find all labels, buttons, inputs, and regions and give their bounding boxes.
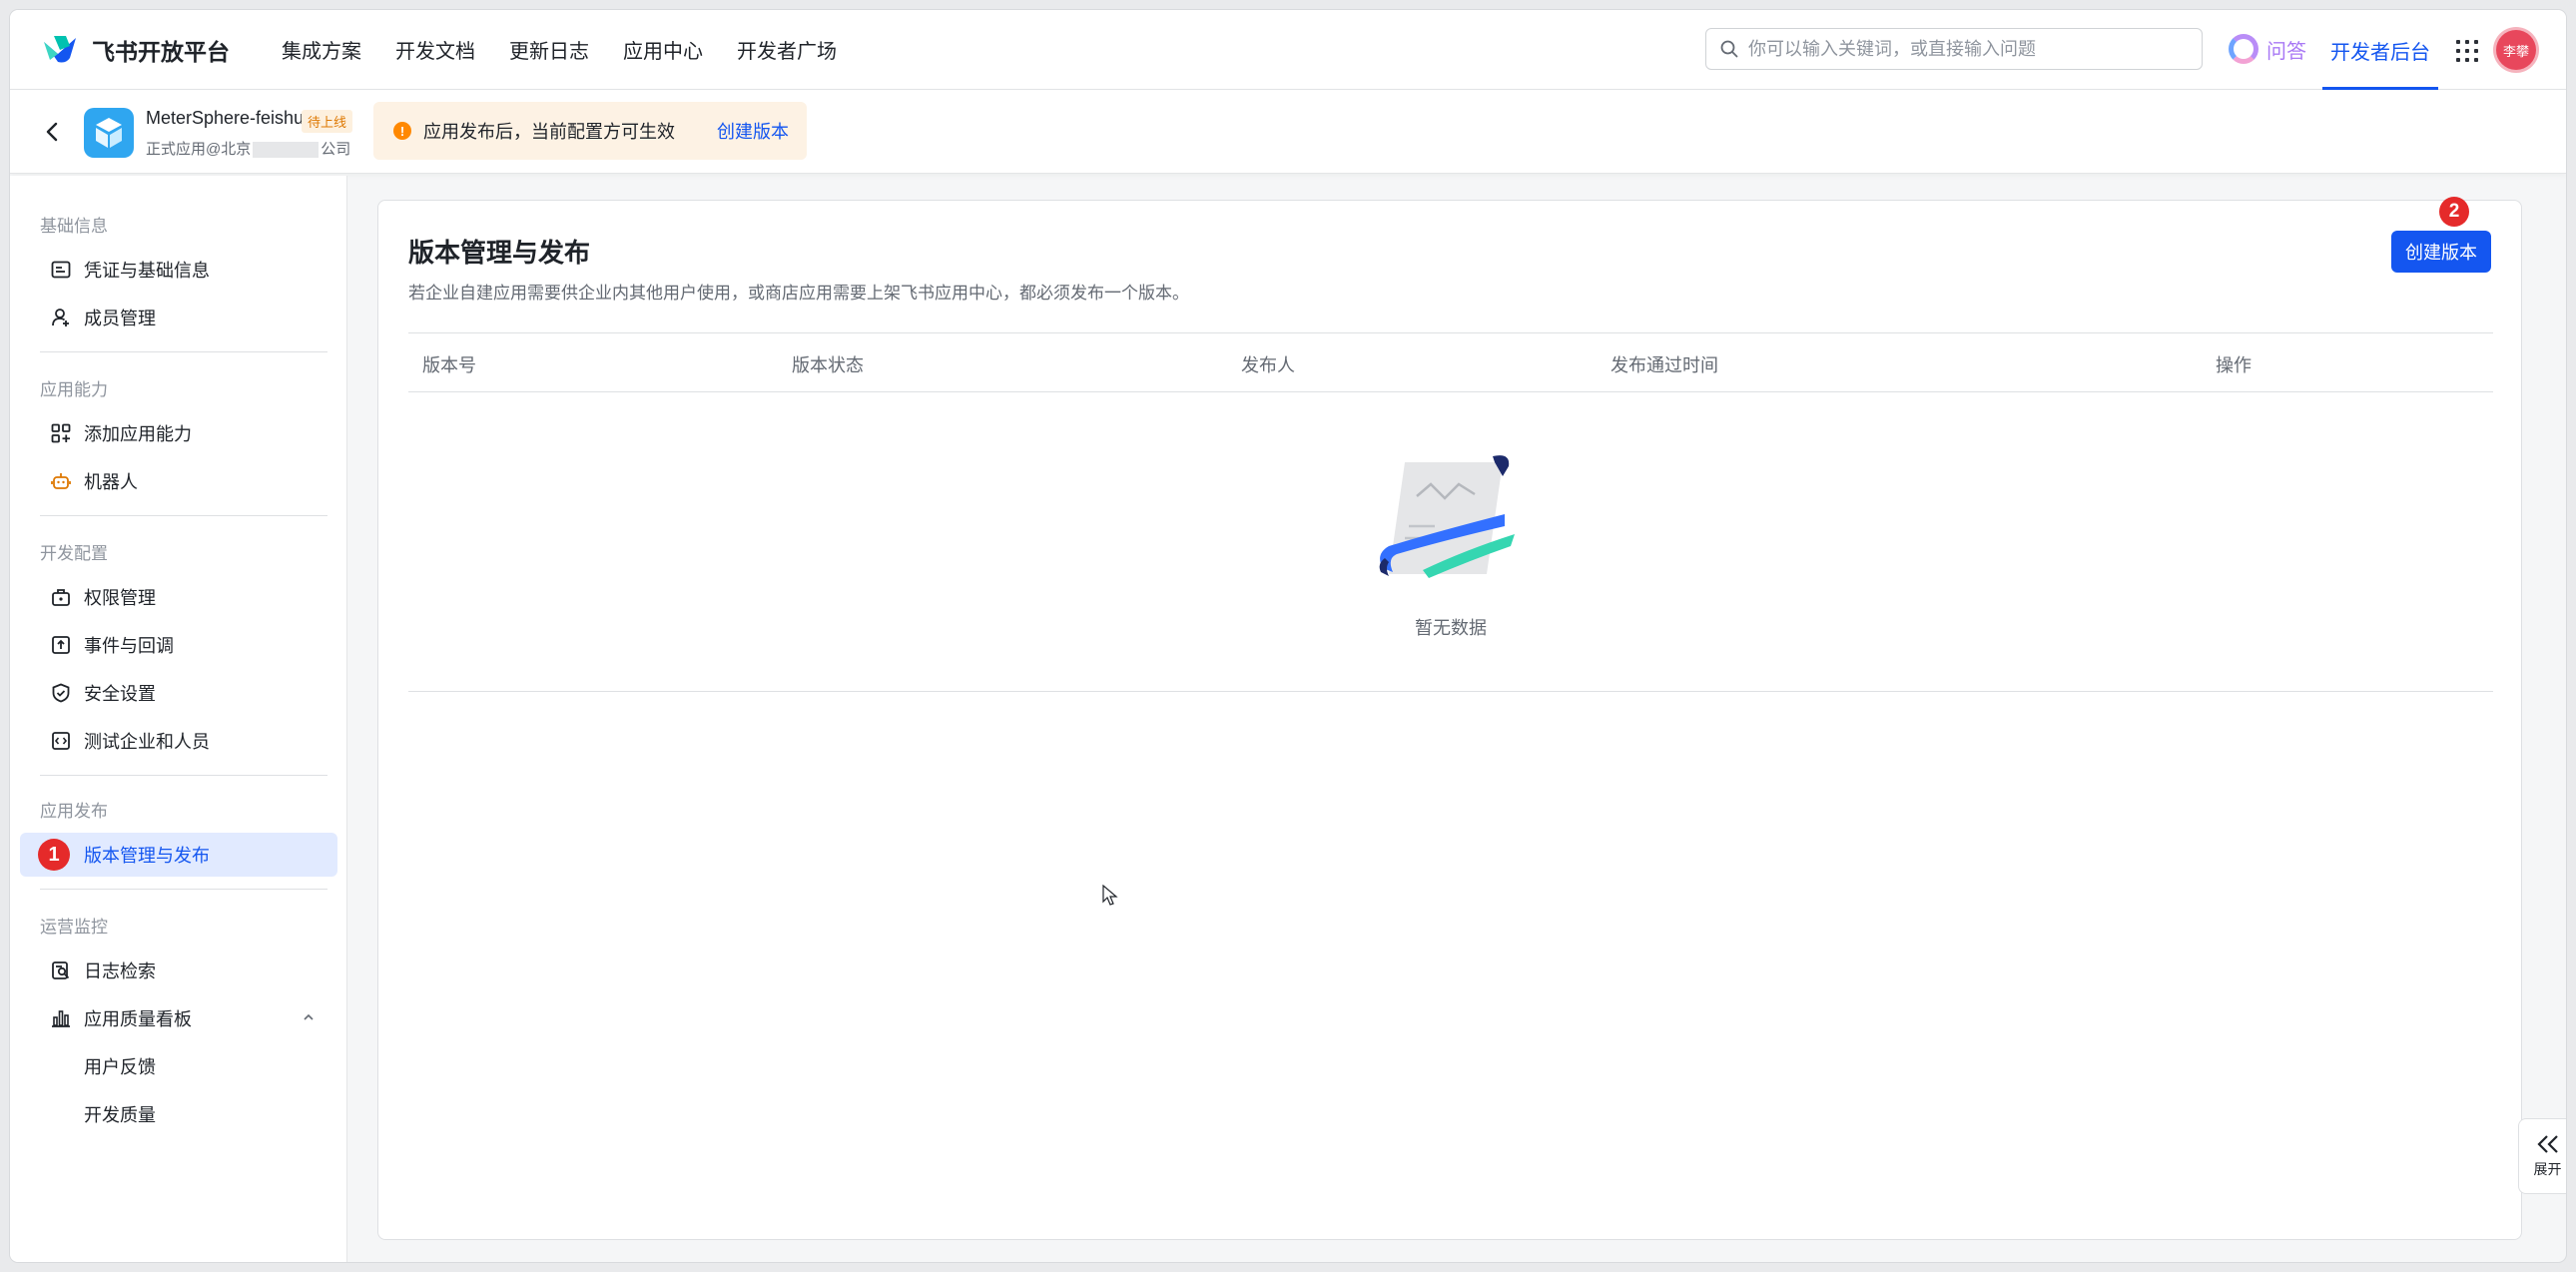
sidebar-item-credentials[interactable]: 凭证与基础信息 [20, 248, 337, 292]
section-title-monitoring: 运营监控 [40, 918, 108, 937]
sidebar-item-security[interactable]: 安全设置 [20, 671, 337, 715]
sidebar-item-label: 成员管理 [84, 309, 156, 328]
sidebar-item-label: 版本管理与发布 [84, 846, 210, 866]
app-cube-icon [84, 108, 134, 158]
expand-label: 展开 [2533, 1161, 2562, 1177]
sidebar-item-quality-board[interactable]: 应用质量看板 [20, 996, 337, 1040]
sidebar-item-label: 安全设置 [84, 684, 156, 704]
versions-table-header: 版本号 版本状态 发布人 发布通过时间 操作 [408, 332, 2493, 392]
robot-icon [50, 470, 72, 492]
section-title-dev-config: 开发配置 [40, 544, 108, 563]
sidebar-item-label: 凭证与基础信息 [84, 261, 210, 281]
sidebar: 基础信息 凭证与基础信息 成员管理 应用能力 添加应用能力 机器人 开发配置 权… [10, 176, 347, 1262]
brand-logo[interactable]: 飞书开放平台 [40, 32, 230, 68]
event-callback-icon [50, 634, 72, 656]
user-add-icon [50, 307, 72, 328]
divider [40, 351, 327, 352]
search-icon [1720, 40, 1738, 58]
user-avatar[interactable]: 李攀 [2496, 30, 2536, 70]
ai-ring-icon [2229, 34, 2258, 64]
id-card-icon [50, 259, 72, 281]
nav-link-solutions[interactable]: 集成方案 [282, 35, 361, 64]
bar-chart-icon [50, 1007, 72, 1029]
chevron-up-icon[interactable] [302, 1010, 316, 1024]
sidebar-item-label: 测试企业和人员 [84, 732, 210, 752]
code-window-icon [50, 730, 72, 752]
shield-icon [50, 682, 72, 704]
divider [40, 515, 327, 516]
sidebar-item-label: 机器人 [84, 472, 138, 492]
mouse-cursor-icon [1102, 885, 1118, 906]
sidebar-item-label: 添加应用能力 [84, 424, 192, 444]
log-search-icon [50, 959, 72, 981]
notice-create-version-link[interactable]: 创建版本 [717, 118, 789, 144]
create-version-button[interactable]: 创建版本 [2391, 231, 2491, 273]
nav-link-app-center[interactable]: 应用中心 [623, 35, 703, 64]
sidebar-item-log-search[interactable]: 日志检索 [20, 949, 337, 992]
sidebar-item-events[interactable]: 事件与回调 [20, 623, 337, 667]
permission-briefcase-icon [50, 586, 72, 608]
nav-link-docs[interactable]: 开发文档 [395, 35, 475, 64]
divider [40, 775, 327, 776]
sidebar-item-label: 权限管理 [84, 588, 156, 608]
apps-grid-icon[interactable] [2456, 40, 2478, 62]
column-header-status: 版本状态 [792, 355, 864, 375]
nav-links: 集成方案 开发文档 更新日志 应用中心 开发者广场 [282, 35, 871, 64]
section-title-capabilities: 应用能力 [40, 380, 108, 399]
brand-name: 飞书开放平台 [92, 38, 230, 65]
step-badge-1: 1 [38, 839, 70, 871]
expand-panel-button[interactable]: 展开 [2518, 1118, 2566, 1194]
sidebar-item-test-tenants[interactable]: 测试企业和人员 [20, 719, 337, 763]
step-badge-2: 2 [2439, 197, 2469, 227]
sidebar-item-members[interactable]: 成员管理 [20, 296, 337, 339]
app-header-bar: MeterSphere-feishu 待上线 正式应用@北京 公司 ! 应用发布后… [10, 90, 2566, 174]
nav-link-dev-plaza[interactable]: 开发者广场 [737, 35, 837, 64]
empty-state: 暂无数据 [408, 392, 2493, 692]
divider [40, 889, 327, 890]
status-badge: 待上线 [302, 110, 353, 133]
page-title: 版本管理与发布 [408, 238, 591, 268]
empty-document-illustration [1379, 455, 1515, 578]
notice-text: 应用发布后，当前配置方可生效 [423, 122, 675, 142]
app-subtitle-prefix: 正式应用@北京 [146, 141, 252, 158]
warning-icon: ! [393, 122, 411, 140]
page-description: 若企业自建应用需要供企业内其他用户使用，或商店应用需要上架飞书应用中心，都必须发… [408, 284, 1189, 303]
empty-text: 暂无数据 [1415, 618, 1487, 638]
search-input[interactable] [1748, 38, 2188, 60]
search-box[interactable] [1705, 28, 2203, 70]
sidebar-item-label: 日志检索 [84, 961, 156, 981]
publish-notice: ! 应用发布后，当前配置方可生效 创建版本 [373, 102, 807, 160]
top-navbar: 飞书开放平台 集成方案 开发文档 更新日志 应用中心 开发者广场 问答 开发者后… [10, 10, 2566, 90]
double-chevron-left-icon [2536, 1135, 2558, 1153]
dev-backend-link[interactable]: 开发者后台 [2322, 10, 2438, 90]
column-header-actions: 操作 [2216, 355, 2252, 375]
nav-link-changelog[interactable]: 更新日志 [509, 35, 589, 64]
sidebar-item-permissions[interactable]: 权限管理 [20, 575, 337, 619]
sidebar-item-dev-quality[interactable]: 开发质量 [20, 1092, 337, 1136]
feishu-logo-icon [44, 35, 76, 62]
ask-button[interactable]: 问答 [2229, 34, 2306, 64]
app-subtitle: 正式应用@北京 公司 [146, 138, 350, 159]
apps-add-icon [50, 422, 72, 444]
app-name: MeterSphere-feishu [146, 108, 305, 128]
column-header-approved-time: 发布通过时间 [1610, 355, 1718, 375]
column-header-publisher: 发布人 [1241, 355, 1295, 375]
version-management-card: 版本管理与发布 若企业自建应用需要供企业内其他用户使用，或商店应用需要上架飞书应… [377, 197, 2522, 1240]
sidebar-item-bot[interactable]: 机器人 [20, 459, 337, 503]
app-window: 飞书开放平台 集成方案 开发文档 更新日志 应用中心 开发者广场 问答 开发者后… [10, 10, 2566, 1262]
column-header-version: 版本号 [422, 355, 476, 375]
sidebar-item-label: 事件与回调 [84, 636, 174, 656]
sidebar-item-user-feedback[interactable]: 用户反馈 [20, 1044, 337, 1088]
sidebar-item-label: 应用质量看板 [84, 1009, 192, 1029]
ask-label: 问答 [2266, 40, 2306, 63]
section-title-publish: 应用发布 [40, 802, 108, 821]
section-title-basic: 基础信息 [40, 217, 108, 236]
back-arrow-icon[interactable] [40, 118, 64, 146]
sidebar-item-add-capability[interactable]: 添加应用能力 [20, 411, 337, 455]
redacted-mask [253, 142, 320, 159]
app-subtitle-suffix: 公司 [321, 141, 351, 158]
